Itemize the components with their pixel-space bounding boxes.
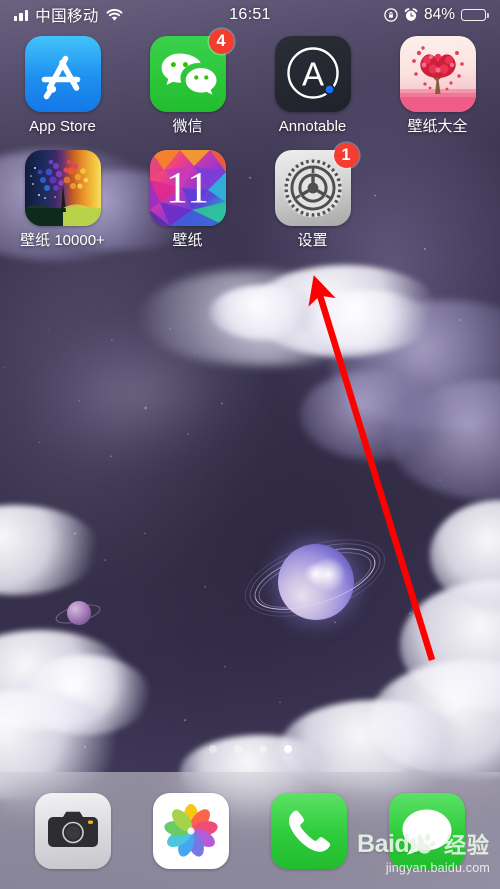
battery-icon	[461, 8, 489, 22]
svg-text:11: 11	[165, 163, 209, 212]
page-dot[interactable]	[258, 745, 267, 753]
app-icon-wrap	[399, 36, 476, 112]
app-label: 壁纸 10000+	[20, 231, 105, 249]
app-label: Annotable	[278, 118, 347, 135]
app-icon-app-store[interactable]: App Store	[0, 36, 125, 136]
badge-count: 1	[333, 142, 359, 168]
dock	[0, 772, 500, 889]
signal-bars-icon	[14, 9, 29, 21]
app-icon-grid: App Store 4 微信 A Annotable 壁纸大全 壁纸 10000…	[0, 29, 500, 250]
ringed-planet	[235, 518, 395, 644]
carrier-label: 中国移动	[35, 8, 99, 25]
cloud-white	[300, 290, 430, 350]
status-bar-left: 中国移动	[14, 4, 123, 26]
cloud-white	[210, 285, 320, 340]
app-icon-wechat[interactable]: 4 微信	[125, 29, 250, 136]
page-indicator-dots[interactable]	[0, 745, 500, 753]
page-dot[interactable]	[233, 745, 242, 753]
status-bar: 中国移动 16:51 84%	[0, 0, 500, 30]
app-icon-wrap: 1	[274, 142, 359, 226]
wallpaper-11-icon: 11	[149, 149, 226, 226]
page-dot[interactable]	[283, 745, 292, 753]
rotation-lock-icon	[384, 8, 398, 22]
app-icon-wrap: A	[274, 36, 351, 112]
phone-icon[interactable]	[271, 792, 347, 869]
app-label: 壁纸大全	[407, 118, 468, 135]
svg-text:A: A	[301, 56, 323, 93]
app-icon-settings[interactable]: 1 设置	[250, 142, 375, 250]
app-icon-wrap	[24, 36, 101, 112]
small-planet	[53, 598, 103, 628]
wifi-icon	[106, 8, 123, 22]
app-icon-wrap	[24, 149, 101, 226]
status-bar-right: 84%	[384, 6, 489, 24]
wallpaper-daquan-icon	[399, 36, 476, 112]
app-slot-empty	[375, 150, 500, 250]
app-icon-wallpaper-11[interactable]: 11 壁纸	[125, 149, 250, 250]
page-dot[interactable]	[208, 745, 217, 753]
badge-count: 4	[208, 29, 234, 54]
app-icon-wallpaper-10000[interactable]: 壁纸 10000+	[0, 149, 125, 250]
app-label: 壁纸	[172, 231, 203, 249]
app-icon-wallpaper-daquan[interactable]: 壁纸大全	[375, 36, 500, 136]
app-icon-wrap: 4	[149, 29, 234, 112]
app-label: 微信	[172, 118, 203, 135]
app-label: 设置	[297, 231, 328, 249]
battery-percent-label: 84%	[423, 6, 455, 23]
wallpaper-10000-icon	[24, 149, 101, 226]
app-icon-annotable[interactable]: A Annotable	[250, 36, 375, 136]
cloud-dark	[300, 370, 450, 460]
alarm-clock-icon	[404, 8, 418, 22]
app-store-icon	[24, 36, 101, 112]
annotable-icon: A	[274, 36, 351, 112]
messages-icon[interactable]	[389, 792, 465, 869]
app-label: App Store	[29, 118, 96, 135]
photos-icon[interactable]	[153, 792, 229, 869]
app-icon-wrap: 11	[149, 149, 226, 226]
small-planet-body	[67, 601, 91, 625]
camera-icon[interactable]	[35, 792, 111, 869]
